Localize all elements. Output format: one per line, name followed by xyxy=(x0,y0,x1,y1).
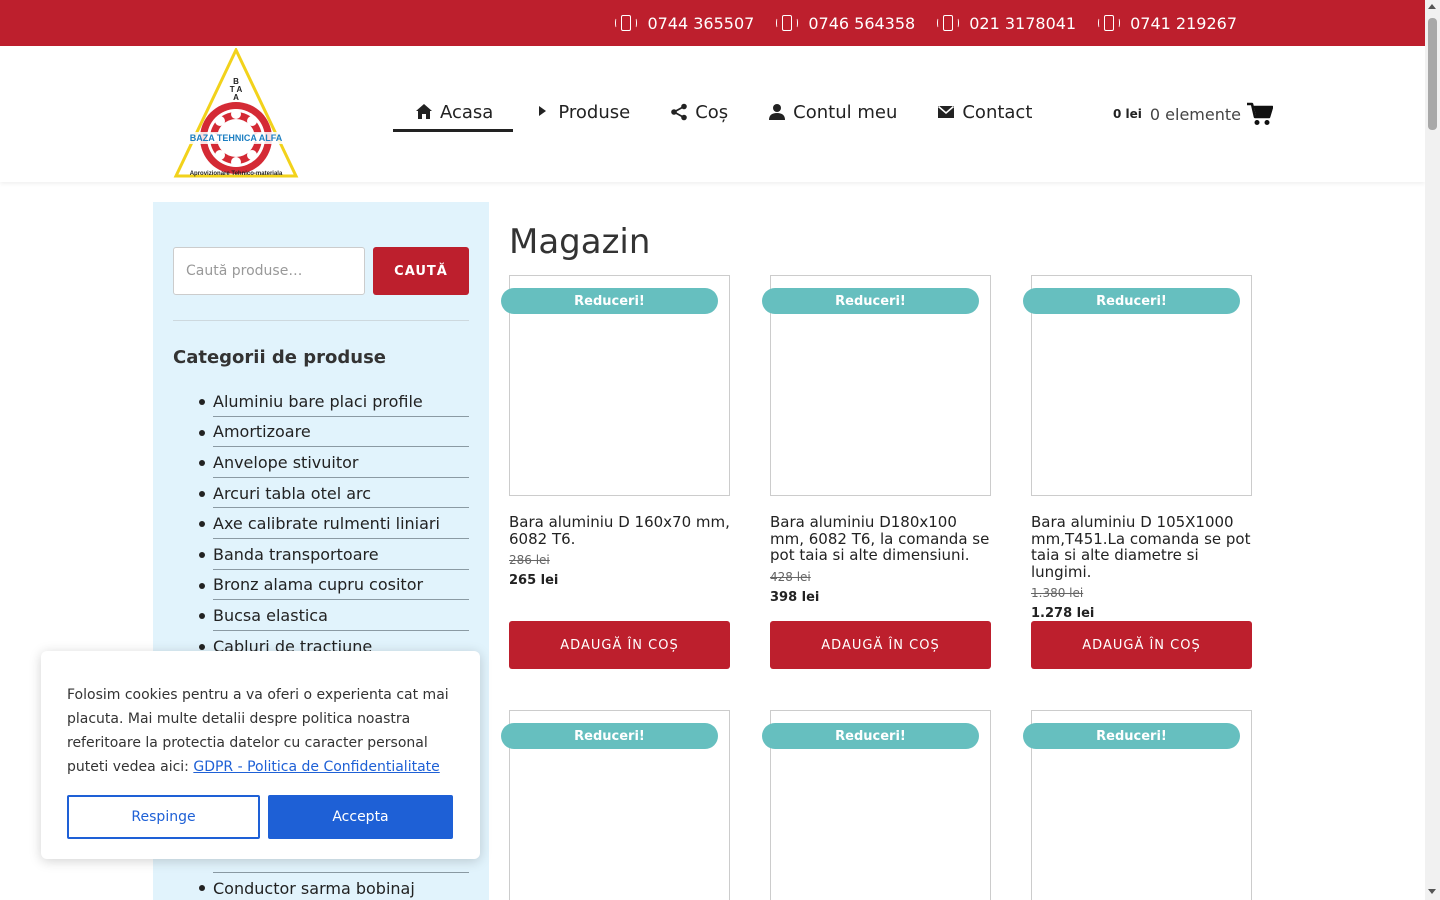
category-item[interactable]: Aluminiu bare placi profile xyxy=(173,386,469,417)
phone-vibrate-icon xyxy=(1098,13,1121,33)
product-name[interactable]: Bara aluminiu D 160x70 mm, 6082 T6. xyxy=(509,514,730,547)
sale-badge: Reduceri! xyxy=(762,723,979,749)
product-old-price: 1.380 lei xyxy=(1031,586,1084,600)
nav-item-acasa[interactable]: Acasa xyxy=(393,92,514,132)
main-navigation: Acasa Produse Coș Contul meu Contact xyxy=(393,92,1052,132)
product-image[interactable]: Reduceri! xyxy=(501,710,730,900)
categories-heading: Categorii de produse xyxy=(173,347,387,368)
logo-letter-a: A xyxy=(233,93,239,102)
page-title: Magazin xyxy=(509,222,651,262)
phone-vibrate-icon xyxy=(937,13,960,33)
accept-cookies-button[interactable]: Accepta xyxy=(268,795,453,839)
phone-list: 0744 365507 0746 564358 021 3178041 0741… xyxy=(615,0,1237,46)
product-card[interactable]: Reduceri! Bara aluminiu D180x100 mm, 608… xyxy=(762,275,991,669)
logo-name: BAZA TEHNICA ALFA xyxy=(190,133,283,143)
nav-label: Acasa xyxy=(440,101,494,123)
product-old-price: 428 lei xyxy=(770,569,811,584)
envelope-icon xyxy=(938,105,955,118)
category-item[interactable]: Amortizoare xyxy=(173,417,469,448)
nav-item-cos[interactable]: Coș xyxy=(650,92,748,132)
nav-label: Produse xyxy=(558,101,631,123)
logo-tagline: Aprovizionare Tehnico-materiala xyxy=(190,171,283,177)
category-list: Aluminiu bare placi profile Amortizoare … xyxy=(173,386,469,661)
category-item[interactable]: Bucsa elastica xyxy=(173,600,469,631)
phone-number: 0746 564358 xyxy=(808,13,916,33)
page-scrollbar[interactable] xyxy=(1425,0,1440,900)
product-card[interactable]: Reduceri! xyxy=(501,710,730,900)
category-item[interactable]: Banda transportoare xyxy=(173,539,469,570)
product-price: 265 lei xyxy=(509,573,559,588)
product-image[interactable]: Reduceri! xyxy=(501,275,730,496)
product-card[interactable]: Reduceri! xyxy=(1023,710,1252,900)
product-card[interactable]: Reduceri! Bara aluminiu D 105X1000 mm,T4… xyxy=(1023,275,1252,669)
add-to-cart-button[interactable]: ADAUGĂ ÎN COȘ xyxy=(509,621,730,669)
product-image[interactable]: Reduceri! xyxy=(762,710,991,900)
gdpr-policy-link[interactable]: GDPR - Politica de Confidentialitate xyxy=(193,759,439,775)
cart-count: 0 elemente xyxy=(1149,104,1241,124)
phone-contact-4[interactable]: 0741 219267 xyxy=(1098,13,1237,33)
product-price: 398 lei xyxy=(770,589,820,605)
caret-right-icon xyxy=(539,106,547,116)
sale-badge: Reduceri! xyxy=(501,723,718,749)
add-to-cart-button[interactable]: ADAUGĂ ÎN COȘ xyxy=(1031,621,1252,669)
nav-item-contul-meu[interactable]: Contul meu xyxy=(748,92,917,132)
top-contact-bar: 0744 365507 0746 564358 021 3178041 0741… xyxy=(0,0,1425,46)
sale-badge: Reduceri! xyxy=(1023,723,1240,749)
header-cart[interactable]: 0 lei 0 elemente xyxy=(1113,102,1273,126)
phone-number: 0744 365507 xyxy=(647,13,755,33)
scrollbar-thumb[interactable] xyxy=(1428,18,1437,130)
shopping-cart-icon xyxy=(1247,102,1273,125)
share-icon xyxy=(671,103,687,121)
phone-vibrate-icon xyxy=(776,13,799,33)
category-item[interactable]: Anvelope stivuitor xyxy=(173,447,469,478)
home-icon xyxy=(416,104,432,119)
product-old-price: 286 lei xyxy=(509,553,550,567)
sale-badge: Reduceri! xyxy=(1023,288,1240,314)
nav-label: Contul meu xyxy=(793,101,898,123)
sale-badge: Reduceri! xyxy=(501,288,718,314)
cart-total: 0 lei xyxy=(1113,107,1142,121)
phone-contact-3[interactable]: 021 3178041 xyxy=(937,13,1076,33)
cookie-consent-banner: Folosim cookies pentru a va oferi o expe… xyxy=(41,651,480,859)
category-list-continued: Conductor sarma bobinaj xyxy=(173,872,469,900)
cookie-message: Folosim cookies pentru a va oferi o expe… xyxy=(67,683,457,779)
product-card[interactable]: Reduceri! xyxy=(762,710,991,900)
scroll-up-arrow-icon[interactable] xyxy=(1428,4,1436,9)
category-item[interactable]: Conductor sarma bobinaj xyxy=(173,873,469,900)
product-name[interactable]: Bara aluminiu D180x100 mm, 6082 T6, la c… xyxy=(770,514,991,564)
reject-cookies-button[interactable]: Respinge xyxy=(67,795,260,839)
add-to-cart-button[interactable]: ADAUGĂ ÎN COȘ xyxy=(770,621,991,669)
category-item[interactable]: Bronz alama cupru cositor xyxy=(173,570,469,601)
sale-badge: Reduceri! xyxy=(762,288,979,314)
product-image[interactable]: Reduceri! xyxy=(1023,275,1252,496)
product-image[interactable]: Reduceri! xyxy=(762,275,991,496)
user-icon xyxy=(769,104,786,120)
sidebar-divider xyxy=(173,320,469,321)
product-search-input[interactable]: Caută produse… xyxy=(173,247,365,295)
nav-label: Contact xyxy=(962,101,1033,123)
site-header: B T A A BAZA TEHNICA ALFA Aprovizionare … xyxy=(0,46,1425,182)
site-logo[interactable]: B T A A BAZA TEHNICA ALFA Aprovizionare … xyxy=(172,48,300,178)
nav-label: Coș xyxy=(695,101,729,123)
product-image[interactable]: Reduceri! xyxy=(1023,710,1252,900)
scroll-down-arrow-icon[interactable] xyxy=(1428,889,1436,894)
phone-contact-1[interactable]: 0744 365507 xyxy=(615,13,754,33)
phone-number: 0741 219267 xyxy=(1130,13,1237,33)
category-item[interactable]: Axe calibrate rulmenti liniari xyxy=(173,508,469,539)
nav-item-contact[interactable]: Contact xyxy=(917,92,1052,132)
product-name[interactable]: Bara aluminiu D 105X1000 mm,T451.La coma… xyxy=(1031,514,1252,580)
phone-contact-2[interactable]: 0746 564358 xyxy=(776,13,915,33)
category-item[interactable]: Arcuri tabla otel arc xyxy=(173,478,469,509)
search-button[interactable]: CAUTĂ xyxy=(373,247,469,295)
product-price: 1.278 lei xyxy=(1031,606,1095,621)
product-card[interactable]: Reduceri! Bara aluminiu D 160x70 mm, 608… xyxy=(501,275,730,669)
nav-item-produse[interactable]: Produse xyxy=(513,92,650,132)
phone-vibrate-icon xyxy=(615,13,638,33)
phone-number: 021 3178041 xyxy=(969,13,1077,33)
